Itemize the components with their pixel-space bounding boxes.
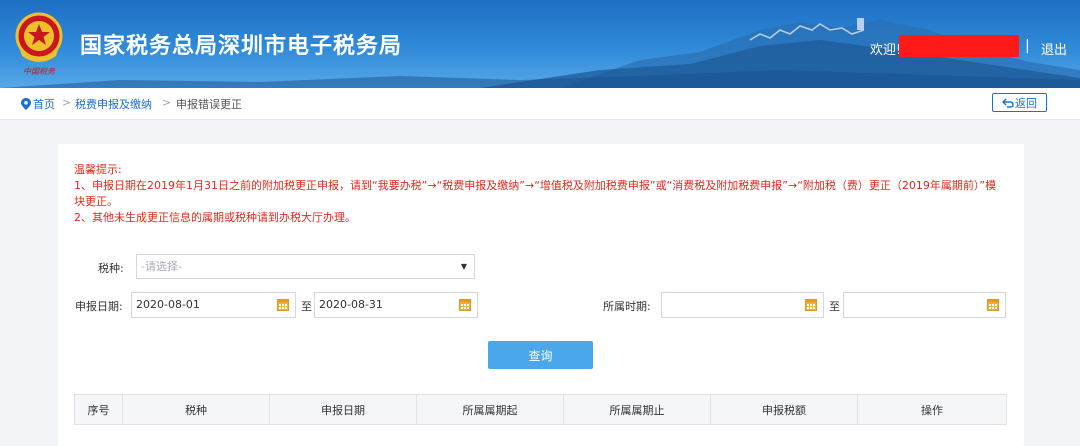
period-to-input[interactable]	[843, 292, 1006, 318]
breadcrumb-home-label: 首页	[33, 98, 55, 111]
breadcrumb-current: 申报错误更正	[176, 98, 242, 111]
tax-emblem-icon: 中国税务	[15, 12, 63, 76]
back-button[interactable]: 返回	[992, 93, 1047, 112]
calendar-icon[interactable]	[459, 298, 471, 311]
query-button[interactable]: 查询	[488, 341, 593, 369]
notice-box: 温馨提示: 1、申报日期在2019年1月31日之前的附加税更正申报，请到“我要办…	[74, 162, 1004, 226]
tax-type-placeholder: -请选择-	[141, 260, 182, 273]
col-declare-date: 申报日期	[270, 395, 417, 424]
col-period-start: 所属属期起	[417, 395, 564, 424]
breadcrumb-separator: >	[62, 96, 72, 109]
breadcrumb-home[interactable]: 首页	[21, 96, 55, 112]
site-header: 中国税务 国家税务总局深圳市电子税务局 欢迎! | 退出	[0, 0, 1080, 88]
tax-type-select[interactable]: -请选择- ▼	[136, 254, 475, 279]
col-action: 操作	[921, 403, 943, 417]
period-range-to: 至	[829, 300, 840, 313]
notice-title: 温馨提示:	[74, 163, 122, 176]
site-title: 国家税务总局深圳市电子税务局	[80, 34, 403, 59]
redacted-username	[899, 35, 1019, 57]
tax-type-label: 税种:	[98, 262, 124, 275]
period-label: 所属时期:	[603, 300, 651, 313]
back-arrow-icon	[1002, 98, 1014, 108]
breadcrumb-tax-filing[interactable]: 税费申报及缴纳	[75, 96, 152, 112]
declare-date-from-value: 2020-08-01	[136, 298, 200, 311]
declare-date-from-input[interactable]: 2020-08-01	[131, 292, 296, 318]
breadcrumb: 首页 > 税费申报及缴纳 > 申报错误更正 返回	[0, 88, 1080, 120]
welcome-text: 欢迎!	[870, 43, 902, 58]
col-index: 序号	[75, 395, 123, 424]
chevron-down-icon: ▼	[460, 262, 467, 271]
breadcrumb-separator: >	[162, 96, 172, 109]
col-tax-amount: 申报税额	[711, 395, 858, 424]
header-separator: |	[1025, 38, 1030, 54]
col-tax-type: 税种	[123, 395, 270, 424]
logout-link[interactable]: 退出	[1041, 39, 1067, 58]
calendar-icon[interactable]	[805, 298, 817, 311]
notice-line-2: 2、其他未生成更正信息的属期或税种请到办税大厅办理。	[74, 211, 356, 224]
declare-date-to-value: 2020-08-31	[319, 298, 383, 311]
date-range-to: 至	[301, 300, 312, 313]
calendar-icon[interactable]	[987, 298, 999, 311]
col-period-end: 所属属期止	[564, 395, 711, 424]
correction-panel: 温馨提示: 1、申报日期在2019年1月31日之前的附加税更正申报，请到“我要办…	[58, 144, 1024, 446]
period-from-input[interactable]	[661, 292, 824, 318]
notice-line-1: 1、申报日期在2019年1月31日之前的附加税更正申报，请到“我要办税”→“税费…	[74, 179, 997, 208]
calendar-icon[interactable]	[277, 298, 289, 311]
location-pin-icon	[21, 98, 31, 110]
declare-date-label: 申报日期:	[75, 300, 123, 313]
back-button-label: 返回	[1015, 96, 1037, 110]
declare-date-to-input[interactable]: 2020-08-31	[314, 292, 478, 318]
results-table-header: 序号 税种 申报日期 所属属期起 所属属期止 申报税额 操作	[74, 394, 1007, 425]
emblem-caption: 中国税务	[23, 67, 56, 76]
